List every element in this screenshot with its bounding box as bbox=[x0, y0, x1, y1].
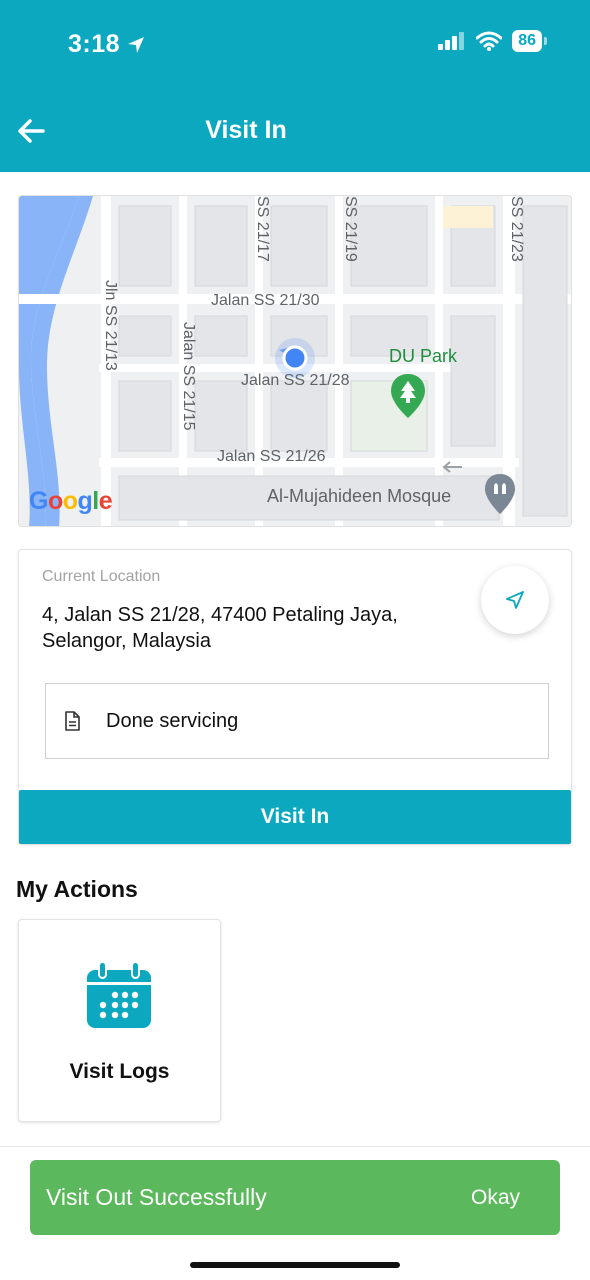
visit-note-input[interactable]: Done servicing bbox=[45, 683, 549, 759]
toast-okay-button[interactable]: Okay bbox=[471, 1186, 520, 1210]
signal-icon bbox=[438, 32, 465, 50]
current-location-address: 4, Jalan SS 21/28, 47400 Petaling Jaya, … bbox=[42, 604, 398, 652]
wifi-icon bbox=[476, 31, 503, 51]
park-pin-icon bbox=[391, 374, 425, 418]
page-title: Visit In bbox=[205, 116, 287, 144]
current-location-dot bbox=[275, 338, 315, 378]
navigation-arrow-icon bbox=[506, 591, 524, 609]
divider bbox=[0, 1146, 590, 1147]
current-location-label: Current Location bbox=[42, 568, 161, 585]
direction-arrow-icon bbox=[442, 461, 462, 473]
street-label: Jln SS 21/13 bbox=[102, 280, 119, 371]
street-label: SS 21/17 bbox=[254, 196, 271, 262]
visit-in-button[interactable]: Visit In bbox=[19, 790, 571, 844]
location-map[interactable]: SS 21/17 SS 21/19 SS 21/23 Jln SS 21/13 … bbox=[18, 195, 572, 527]
status-time: 3:18 bbox=[68, 30, 146, 59]
mosque-pin-icon bbox=[485, 474, 515, 514]
street-label: SS 21/19 bbox=[342, 196, 359, 262]
visit-card: Current Location 4, Jalan SS 21/28, 4740… bbox=[18, 549, 572, 845]
visit-note-text: Done servicing bbox=[106, 709, 239, 732]
success-toast: Visit Out Successfully Okay bbox=[30, 1160, 560, 1235]
toast-message: Visit Out Successfully bbox=[46, 1184, 267, 1210]
street-label: Jalan SS 21/26 bbox=[217, 448, 326, 465]
my-actions-title: My Actions bbox=[16, 876, 138, 902]
visit-logs-label: Visit Logs bbox=[69, 1060, 170, 1083]
document-icon bbox=[65, 711, 80, 731]
street-label: Jalan SS 21/15 bbox=[180, 322, 197, 431]
home-indicator[interactable] bbox=[190, 1262, 400, 1268]
visit-logs-tile[interactable]: Visit Logs bbox=[18, 919, 221, 1122]
app-header: 3:18 86 Visit In bbox=[0, 0, 590, 172]
google-logo: Google bbox=[29, 487, 113, 515]
status-indicators: 86 bbox=[438, 30, 547, 52]
street-label: Jalan SS 21/30 bbox=[211, 292, 320, 309]
battery-indicator: 86 bbox=[512, 30, 547, 52]
mosque-label: Al-Mujahideen Mosque bbox=[267, 486, 452, 506]
park-label: DU Park bbox=[389, 346, 458, 366]
calendar-icon bbox=[87, 962, 151, 1028]
location-arrow-icon bbox=[128, 36, 145, 53]
clock: 3:18 bbox=[68, 30, 121, 58]
locate-me-button[interactable] bbox=[481, 566, 549, 634]
street-label: SS 21/23 bbox=[508, 196, 525, 262]
